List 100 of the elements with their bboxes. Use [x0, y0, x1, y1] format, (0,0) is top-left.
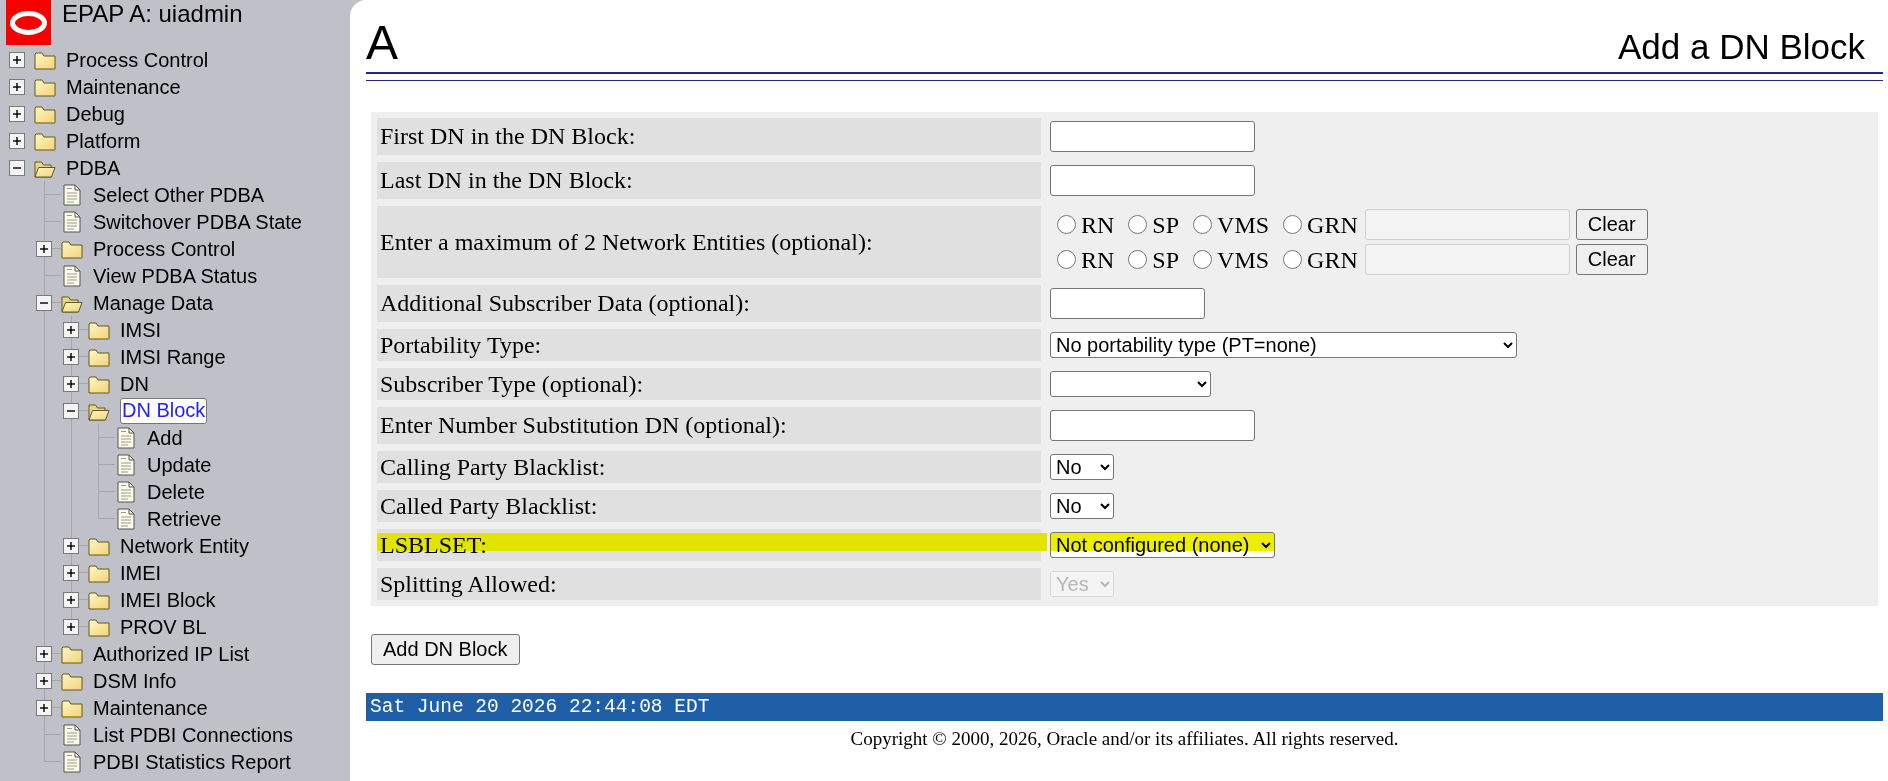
tree-item[interactable]: IMEI	[120, 560, 162, 585]
folder-icon	[88, 616, 110, 637]
plus-box-icon[interactable]	[63, 618, 79, 635]
folder-icon	[88, 589, 110, 610]
tree-item[interactable]: Maintenance	[93, 695, 208, 720]
radio-button[interactable]	[1057, 215, 1076, 234]
folder-icon	[34, 103, 56, 124]
text-field[interactable]	[1050, 165, 1255, 196]
radio-button[interactable]	[1193, 215, 1213, 234]
minus-box-icon[interactable]	[63, 402, 79, 419]
radio-button[interactable]	[1283, 215, 1303, 234]
tree-item[interactable]: IMEI Block	[120, 587, 216, 612]
plus-box-icon[interactable]	[9, 132, 25, 149]
minus-box-icon[interactable]	[9, 159, 25, 176]
field-label: Enter a maximum of 2 Network Entities (optional):	[377, 206, 1041, 278]
clear-button[interactable]: Clear	[1575, 244, 1648, 275]
tree-item[interactable]: DN Block	[120, 397, 208, 424]
plus-box-icon[interactable]	[63, 375, 79, 392]
page-icon	[117, 426, 135, 449]
dropdown[interactable]	[1050, 371, 1211, 397]
tree-item[interactable]: IMSI Range	[120, 344, 226, 369]
tree-item[interactable]: Manage Data	[93, 290, 214, 315]
text-field[interactable]	[1050, 121, 1255, 152]
tree-item[interactable]: Process Control	[66, 47, 209, 72]
plus-box-icon[interactable]	[36, 240, 52, 257]
clear-button[interactable]: Clear	[1575, 209, 1648, 240]
field-label: Called Party Blacklist:	[377, 490, 1041, 522]
radio-button[interactable]	[1057, 250, 1076, 269]
plus-box-icon[interactable]	[36, 699, 52, 716]
tree-item[interactable]: PDBI Statistics Report	[93, 749, 291, 774]
add-dn-block-button[interactable]: Add DN Block	[371, 634, 520, 665]
radio-label[interactable]: RN	[1081, 245, 1115, 274]
radio-button[interactable]	[1128, 250, 1148, 269]
page-icon	[63, 723, 81, 746]
radio-label[interactable]: GRN	[1307, 210, 1358, 239]
text-field[interactable]	[1050, 410, 1255, 441]
folder-icon	[88, 562, 110, 583]
folder-icon	[61, 238, 83, 259]
tree-item[interactable]: Switchover PDBA State	[93, 209, 302, 234]
text-field[interactable]	[1050, 288, 1205, 319]
dropdown[interactable]: No	[1050, 454, 1114, 480]
radio-label[interactable]: GRN	[1307, 245, 1358, 274]
tree-item[interactable]: PROV BL	[120, 614, 207, 639]
plus-box-icon[interactable]	[36, 645, 52, 662]
page-icon	[63, 210, 81, 233]
tree-item[interactable]: Process Control	[93, 236, 236, 261]
folder-icon	[34, 76, 56, 97]
plus-box-icon[interactable]	[63, 537, 79, 554]
plus-box-icon[interactable]	[63, 321, 79, 338]
tree-item[interactable]: Update	[147, 452, 212, 477]
field-label: Enter Number Substitution DN (optional):	[377, 407, 1041, 444]
page-icon	[63, 264, 81, 287]
page-icon	[117, 453, 135, 476]
date-time-bar: Sat June 20 2026 22:44:08 EDT	[366, 693, 1883, 721]
radio-label[interactable]: SP	[1152, 210, 1180, 239]
radio-label[interactable]: VMS	[1217, 210, 1270, 239]
plus-box-icon[interactable]	[63, 348, 79, 365]
field-label: Subscriber Type (optional):	[377, 368, 1041, 400]
folder-icon	[61, 643, 83, 664]
radio-button[interactable]	[1193, 250, 1213, 269]
radio-button[interactable]	[1283, 250, 1303, 269]
tree-item[interactable]: PDBA	[66, 155, 121, 180]
section-letter: A	[366, 17, 398, 69]
radio-label[interactable]: VMS	[1217, 245, 1270, 274]
plus-box-icon[interactable]	[36, 672, 52, 689]
field-label: Splitting Allowed:	[377, 568, 1041, 600]
folder-icon	[88, 346, 110, 367]
page-icon	[63, 183, 81, 206]
field-label: Calling Party Blacklist:	[377, 451, 1041, 483]
radio-label[interactable]: SP	[1152, 245, 1180, 274]
folder-icon	[88, 373, 110, 394]
plus-box-icon[interactable]	[9, 78, 25, 95]
tree-item[interactable]: IMSI	[120, 317, 162, 342]
dropdown[interactable]: No	[1050, 493, 1114, 519]
tree-item[interactable]: Add	[147, 425, 183, 450]
tree-item[interactable]: Select Other PDBA	[93, 182, 265, 207]
plus-box-icon[interactable]	[9, 105, 25, 122]
tree-item[interactable]: Platform	[66, 128, 141, 153]
tree-item[interactable]: Network Entity	[120, 533, 249, 558]
radio-label[interactable]: RN	[1081, 210, 1115, 239]
tree-item[interactable]: DSM Info	[93, 668, 177, 693]
tree-item[interactable]: Maintenance	[66, 74, 181, 99]
tree-item[interactable]: Delete	[147, 479, 205, 504]
radio-button[interactable]	[1128, 215, 1148, 234]
app-title: EPAP A: uiadmin	[62, 0, 243, 28]
page-title: Add a DN Block	[1617, 27, 1865, 67]
minus-box-icon[interactable]	[36, 294, 52, 311]
tree-item[interactable]: Authorized IP List	[93, 641, 250, 666]
tree-item[interactable]: List PDBI Connections	[93, 722, 294, 747]
tree-item[interactable]: DN	[120, 371, 149, 396]
page-icon	[63, 750, 81, 773]
tree-item[interactable]: Retrieve	[147, 506, 222, 531]
dropdown[interactable]: No portability type (PT=none)	[1050, 332, 1517, 358]
plus-box-icon[interactable]	[63, 591, 79, 608]
dropdown[interactable]: Not configured (none)	[1050, 532, 1275, 558]
plus-box-icon[interactable]	[9, 51, 25, 68]
plus-box-icon[interactable]	[63, 564, 79, 581]
tree-item[interactable]: View PDBA Status	[93, 263, 258, 288]
field-label: Additional Subscriber Data (optional):	[377, 285, 1041, 322]
tree-item[interactable]: Debug	[66, 101, 125, 126]
